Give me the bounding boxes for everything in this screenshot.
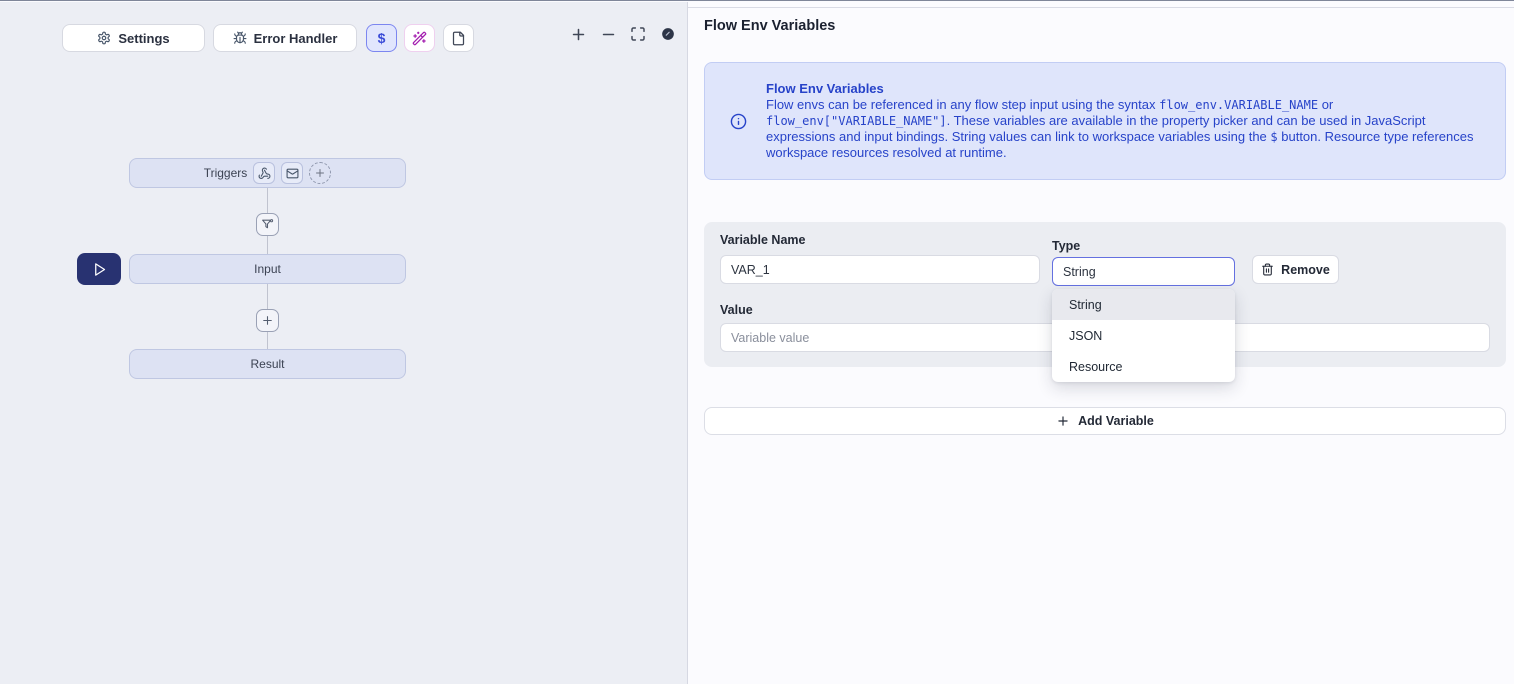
add-trigger-button[interactable] [309, 162, 331, 184]
preprocessor-filter-button[interactable] [256, 213, 279, 236]
value-label: Value [720, 303, 753, 317]
template-button[interactable] [443, 24, 474, 52]
edge-plus-result [267, 332, 268, 349]
dollar-icon: $ [378, 30, 386, 46]
node-result[interactable]: Result [129, 349, 406, 379]
plus-icon [261, 314, 274, 327]
play-icon [92, 262, 107, 277]
variable-name-input[interactable] [720, 255, 1040, 284]
info-title: Flow Env Variables [766, 81, 1477, 97]
magic-wand-icon [412, 31, 427, 46]
edge-filter-input [267, 236, 268, 254]
info-body: Flow envs can be referenced in any flow … [766, 97, 1477, 161]
edge-input-plus [267, 284, 268, 309]
type-option-json[interactable]: JSON [1052, 320, 1235, 351]
add-variable-button[interactable]: Add Variable [704, 407, 1506, 435]
type-label: Type [1052, 239, 1080, 253]
type-option-string[interactable]: String [1052, 289, 1235, 320]
panel-title: Flow Env Variables [704, 18, 835, 34]
email-icon [286, 167, 299, 180]
run-flow-button[interactable] [77, 253, 121, 285]
flow-editor-page: Settings Error Handler $ [0, 0, 1514, 684]
filter-funnel-icon [261, 218, 274, 231]
trash-icon [1261, 263, 1274, 276]
bug-icon [233, 31, 247, 45]
document-icon [451, 31, 466, 46]
result-node-label: Result [250, 357, 284, 371]
zoom-out-icon[interactable] [598, 24, 618, 44]
error-handler-button-label: Error Handler [254, 31, 338, 46]
triggers-node-label: Triggers [204, 166, 248, 180]
flow-env-variables-panel: Flow Env Variables Flow Env Variables Fl… [687, 2, 1514, 684]
variable-name-label: Variable Name [720, 233, 805, 247]
type-option-resource[interactable]: Resource [1052, 351, 1235, 382]
zoom-in-icon[interactable] [568, 24, 588, 44]
plus-icon [314, 167, 326, 179]
interactivity-toggle-icon[interactable] [658, 24, 678, 44]
ai-assistant-button[interactable] [404, 24, 435, 52]
info-text: Flow Env Variables Flow envs can be refe… [766, 81, 1477, 161]
node-input[interactable]: Input [129, 254, 406, 284]
info-callout: Flow Env Variables Flow envs can be refe… [704, 62, 1506, 180]
remove-variable-button[interactable]: Remove [1252, 255, 1339, 284]
flow-canvas[interactable]: Settings Error Handler $ [0, 2, 687, 684]
node-triggers[interactable]: Triggers [129, 158, 406, 188]
canvas-controls [568, 24, 678, 44]
edge-triggers-filter [267, 188, 268, 213]
webhook-trigger-button[interactable] [253, 162, 275, 184]
type-select[interactable] [1052, 257, 1235, 286]
info-icon [730, 113, 747, 130]
settings-button[interactable]: Settings [62, 24, 205, 52]
input-node-label: Input [254, 262, 281, 276]
type-dropdown-menu: String JSON Resource [1052, 289, 1235, 382]
plus-icon [1056, 414, 1070, 428]
error-handler-button[interactable]: Error Handler [213, 24, 357, 52]
webhook-icon [258, 167, 271, 180]
add-variable-button-label: Add Variable [1078, 414, 1154, 428]
add-step-button[interactable] [256, 309, 279, 332]
fit-view-icon[interactable] [628, 24, 648, 44]
settings-button-label: Settings [118, 31, 169, 46]
flow-env-variables-button[interactable]: $ [366, 24, 397, 52]
email-trigger-button[interactable] [281, 162, 303, 184]
remove-button-label: Remove [1281, 263, 1330, 277]
gear-icon [97, 31, 111, 45]
